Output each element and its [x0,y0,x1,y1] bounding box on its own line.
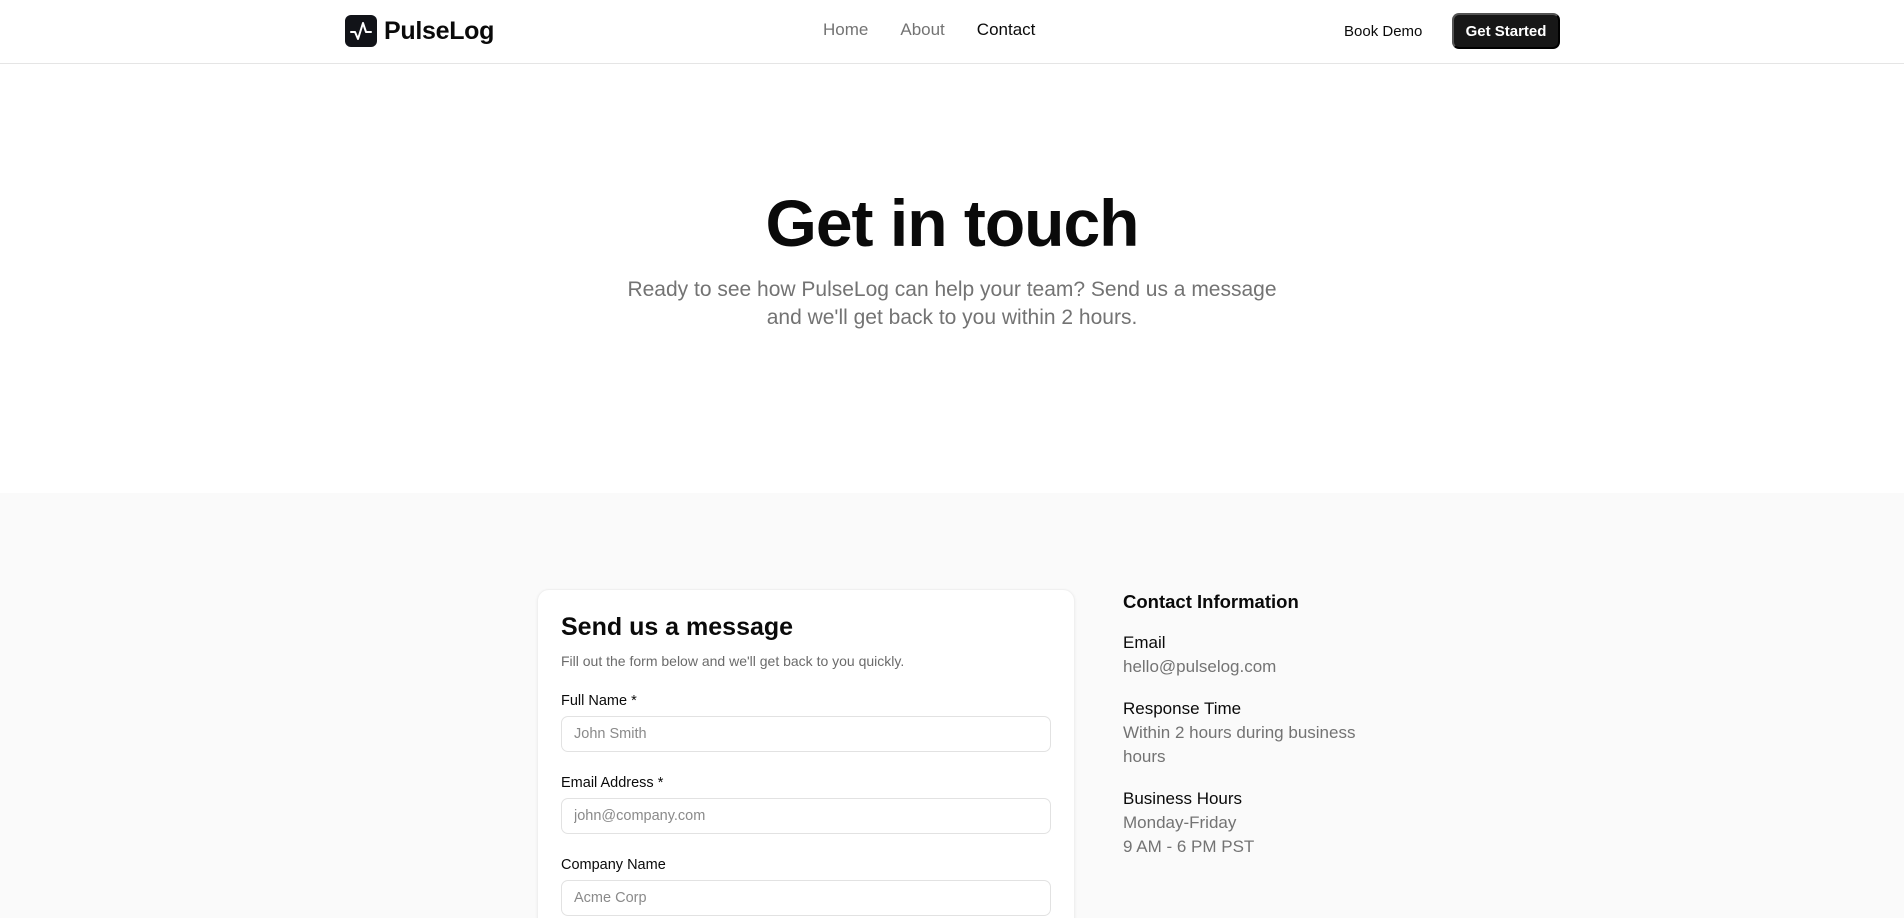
business-hours-time: 9 AM - 6 PM PST [1123,837,1255,856]
full-name-label: Full Name * [561,693,637,709]
brand-logo[interactable]: PulseLog [345,15,494,47]
business-hours-info: Business Hours Monday-Friday 9 AM - 6 PM… [1123,787,1383,859]
main-nav: Home About Contact [823,20,1035,40]
site-header: PulseLog Home About Contact Book Demo Ge… [0,0,1904,64]
company-name-label: Company Name [561,857,666,873]
business-hours-days: Monday-Friday [1123,813,1237,832]
response-time-info: Response Time Within 2 hours during busi… [1123,697,1383,769]
hero-subtitle: Ready to see how PulseLog can help your … [627,278,1277,329]
business-hours-label: Business Hours [1123,789,1243,808]
response-time-value: Within 2 hours during business hours [1123,723,1356,766]
nav-home[interactable]: Home [823,20,868,40]
email-info-value[interactable]: hello@pulselog.com [1123,655,1383,679]
pulse-icon [345,15,377,47]
full-name-input[interactable] [561,716,1051,752]
email-label: Email Address * [561,775,664,791]
form-title: Send us a message [561,613,794,641]
contact-form-card: Send us a message Fill out the form belo… [537,589,1075,918]
brand-name: PulseLog [384,16,495,45]
page-title: Get in touch [765,186,1140,260]
contact-info-heading: Contact Information [1123,591,1299,612]
email-info-label: Email [1123,633,1166,652]
get-started-button[interactable]: Get Started [1452,13,1560,49]
contact-information: Contact Information Email hello@pulselog… [1123,589,1383,859]
email-input[interactable] [561,798,1051,834]
book-demo-button[interactable]: Book Demo [1328,13,1438,49]
company-name-input[interactable] [561,880,1051,916]
form-description: Fill out the form below and we'll get ba… [561,653,905,669]
email-info: Email hello@pulselog.com [1123,631,1383,679]
nav-contact[interactable]: Contact [977,20,1036,40]
response-time-label: Response Time [1123,699,1242,718]
nav-about[interactable]: About [900,20,944,40]
